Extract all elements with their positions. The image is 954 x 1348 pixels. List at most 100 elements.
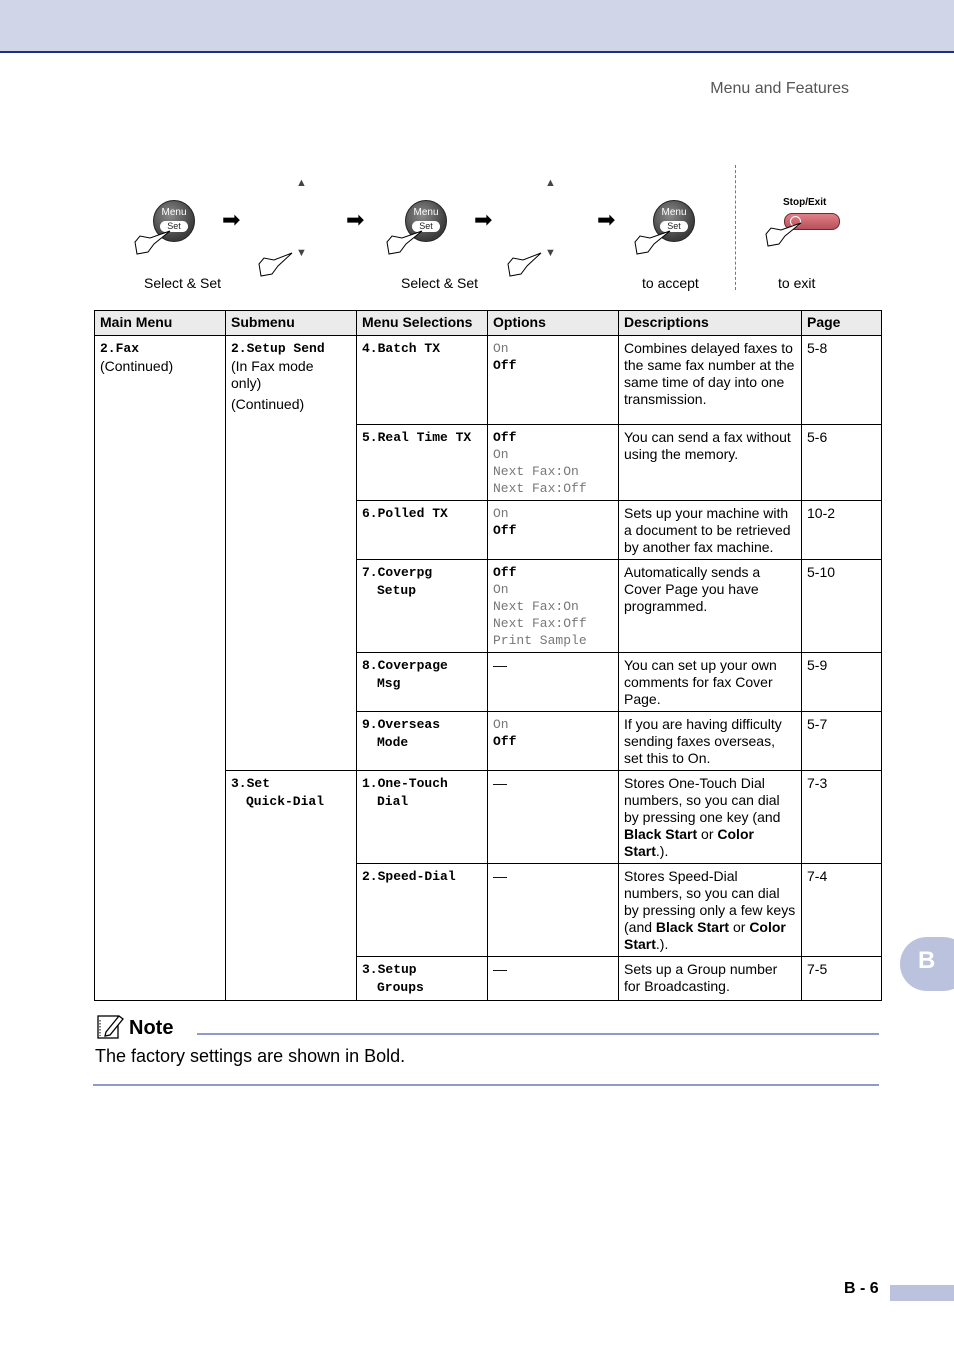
page-cell: 5-6 xyxy=(801,424,882,501)
description-cell: You can send a fax without using the mem… xyxy=(618,424,802,501)
description-cell: Sets up your machine with a document to … xyxy=(618,500,802,560)
page-cell: 7-3 xyxy=(801,770,882,864)
note-divider xyxy=(197,1033,879,1035)
menu-selection-code: 9.Overseas xyxy=(362,717,441,732)
submenu-cell: 3.Set Quick-Dial xyxy=(225,770,357,1001)
option-default: Off xyxy=(493,734,517,749)
table-row: 2.Fax (Continued) 2.Setup Send (In Fax m… xyxy=(94,335,882,1001)
menu-selection-code: 3.Setup xyxy=(362,962,417,977)
page-number: B - 6 xyxy=(844,1280,879,1297)
menu-selection-cell: 3.Setup Groups xyxy=(356,956,488,1001)
description-cell: If you are having difficulty sending fax… xyxy=(618,711,802,771)
menu-selection-cell: 9.Overseas Mode xyxy=(356,711,488,771)
menu-selection-cell: 4.Batch TX xyxy=(356,335,488,425)
options-cell: — xyxy=(487,770,619,864)
option-item: Next Fax:On xyxy=(493,464,579,479)
down-arrow-icon: ▼ xyxy=(296,247,307,259)
pointing-hand-icon xyxy=(386,230,423,255)
main-menu-cell: 2.Fax (Continued) xyxy=(94,335,226,1001)
description-text: If you are having difficulty sending fax… xyxy=(624,716,782,766)
instruction-diagram: Menu Set ➡ ▲ ▼ ➡ Menu Set ➡ ▲ ▼ ➡ Menu S… xyxy=(0,160,954,300)
menu-selection-code-line2: Setup xyxy=(377,583,417,598)
note-title: Note xyxy=(129,1017,174,1039)
page-cell: 5-8 xyxy=(801,335,882,425)
appendix-tab[interactable]: B xyxy=(900,937,954,991)
page-reference: 5-7 xyxy=(807,716,828,732)
stop-exit-label: Stop/Exit xyxy=(783,197,827,208)
description-text: or xyxy=(697,826,718,842)
description-text: Sets up your machine with a document to … xyxy=(624,505,791,555)
arrow-right-icon: ➡ xyxy=(474,207,493,232)
step-caption: Select & Set xyxy=(401,275,479,291)
pointing-hand-icon xyxy=(507,252,542,277)
options-cell: — xyxy=(487,652,619,712)
pointing-hand-icon xyxy=(634,230,671,255)
options-cell: On Off xyxy=(487,711,619,771)
option-item: Next Fax:Off xyxy=(493,481,587,496)
page-reference: 7-3 xyxy=(807,775,828,791)
page-reference: 5-8 xyxy=(807,340,828,356)
submenu-cell: 2.Setup Send (In Fax mode only) (Continu… xyxy=(225,335,357,771)
header-page: Page xyxy=(801,310,882,336)
page-reference: 5-10 xyxy=(807,564,836,580)
menu-selection-code: 4.Batch TX xyxy=(362,341,441,356)
options-cell: On Off xyxy=(487,500,619,560)
menu-selection-code: 7.Coverpg xyxy=(362,565,433,580)
step-caption: to exit xyxy=(778,275,816,291)
option-none-dash: — xyxy=(493,868,507,884)
submenu-note: (In Fax mode only) xyxy=(231,358,314,391)
description-text: Sets up a Group number for Broadcasting. xyxy=(624,961,778,994)
description-emphasis: Black Start xyxy=(624,826,698,842)
pointing-hand-icon xyxy=(258,252,293,277)
note-text: The factory settings are shown in Bold. xyxy=(95,1046,406,1066)
menu-selection-code: 1.One-Touch xyxy=(362,776,448,791)
option-none-dash: — xyxy=(493,775,507,791)
description-text: You can set up your own comments for fax… xyxy=(624,657,777,707)
pointing-hand-icon xyxy=(134,230,171,255)
page-cell: 7-4 xyxy=(801,863,882,957)
menu-selection-code-line2: Groups xyxy=(377,980,424,995)
description-text: Stores One-Touch Dial numbers, so you ca… xyxy=(624,775,781,825)
option-default: Off xyxy=(493,523,517,538)
description-text: Automatically sends a Cover Page you hav… xyxy=(624,564,761,614)
step-caption: to accept xyxy=(642,275,699,291)
header-menu-selections: Menu Selections xyxy=(356,310,488,336)
page-reference: 5-9 xyxy=(807,657,828,673)
menu-selection-cell: 2.Speed-Dial xyxy=(356,863,488,957)
page-cell: 10-2 xyxy=(801,500,882,560)
description-cell: Automatically sends a Cover Page you hav… xyxy=(618,559,802,653)
main-menu-note: (Continued) xyxy=(100,358,174,374)
page-reference: 5-6 xyxy=(807,429,828,445)
option-item: Next Fax:On xyxy=(493,599,579,614)
menu-selection-code-line2: Mode xyxy=(377,735,409,750)
options-cell: — xyxy=(487,956,619,1001)
main-menu-code: Fax xyxy=(115,341,140,356)
description-emphasis: Black Start xyxy=(655,919,730,935)
menu-selection-cell: 1.One-Touch Dial xyxy=(356,770,488,864)
page-cell: 5-7 xyxy=(801,711,882,771)
up-arrow-icon: ▲ xyxy=(296,177,307,189)
description-cell: You can set up your own comments for fax… xyxy=(618,652,802,712)
menu-selection-code-line2: Dial xyxy=(377,794,409,809)
options-cell: Off On Next Fax:On Next Fax:Off xyxy=(487,424,619,501)
description-cell: Stores Speed-Dial numbers, so you can di… xyxy=(618,863,802,957)
options-cell: — xyxy=(487,863,619,957)
description-cell: Combines delayed faxes to the same fax n… xyxy=(618,335,802,425)
submenu-code: Set xyxy=(246,776,271,791)
option-item: On xyxy=(493,582,509,597)
header-main-menu: Main Menu xyxy=(94,310,226,336)
arrow-right-icon: ➡ xyxy=(222,207,241,232)
arrow-right-icon: ➡ xyxy=(597,207,616,232)
header-options: Options xyxy=(487,310,619,336)
menu-table: Main Menu Submenu Menu Selections Option… xyxy=(94,310,882,1001)
header-band xyxy=(0,0,954,53)
down-arrow-icon: ▼ xyxy=(545,247,556,259)
option-item: Next Fax:Off xyxy=(493,616,587,631)
option-item: On xyxy=(493,447,509,462)
options-cell: On Off xyxy=(487,335,619,425)
option-item: On xyxy=(493,506,509,521)
page-reference: 7-5 xyxy=(807,961,828,977)
menu-selection-cell: 7.Coverpg Setup xyxy=(356,559,488,653)
description-text: .). xyxy=(655,843,669,859)
menu-selection-code-line2: Msg xyxy=(377,676,401,691)
